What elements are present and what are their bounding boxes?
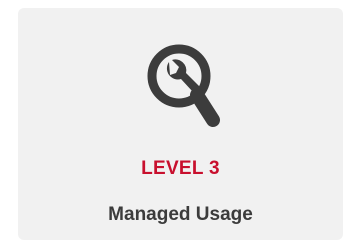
magnifier-wrench-icon: [147, 44, 220, 127]
icon-container: [18, 42, 343, 130]
level-label: LEVEL 3: [141, 158, 220, 179]
level-card: LEVEL 3 Managed Usage: [18, 8, 343, 240]
card-title: Managed Usage: [108, 204, 253, 225]
